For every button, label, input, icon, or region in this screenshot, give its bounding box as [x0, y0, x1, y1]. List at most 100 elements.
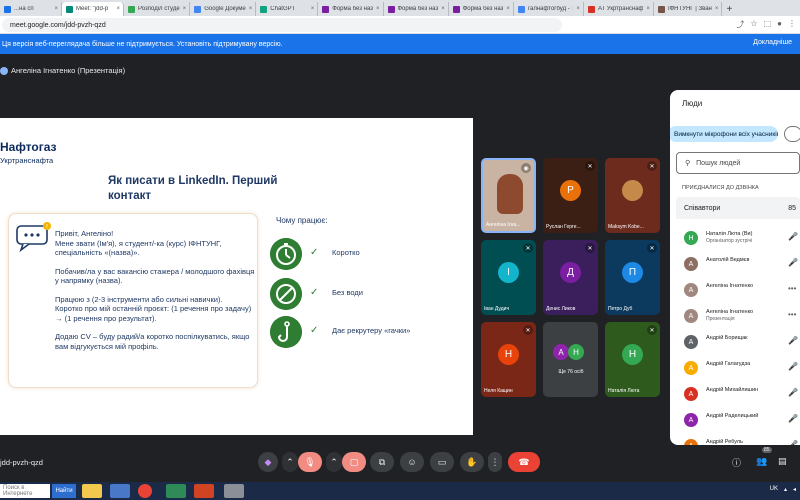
close-tab-icon[interactable]: × [183, 6, 187, 12]
close-tab-icon[interactable]: × [576, 6, 580, 12]
close-tab-icon[interactable]: × [715, 6, 719, 12]
browser-tab[interactable]: ChatGPT × [256, 2, 319, 16]
search-icon: ⚲ [685, 160, 691, 167]
camera-options-chevron[interactable]: ⌃ [326, 452, 342, 472]
participant-tile[interactable]: Н ✕ Неля Кащин [481, 322, 536, 397]
browser-tab[interactable]: Meet: "jdd-p × [62, 2, 124, 16]
taskbar-search-input[interactable]: Поиск в Интернете [0, 484, 50, 498]
browser-tab[interactable]: Форма без наз × [318, 2, 384, 16]
browser-tab[interactable]: Форма без наз × [384, 2, 449, 16]
participant-row[interactable]: Н Наталія Люта (Ви) Організатор зустрічі 🎤 [684, 228, 800, 250]
collaborators-group-header[interactable]: Співавтори 85 [676, 197, 800, 219]
new-tab-button[interactable]: + [722, 2, 736, 16]
participant-row[interactable]: А Андрій Михайлишин 🎤 [684, 384, 800, 406]
participant-tile[interactable]: ✕ Maksym Kobe... [605, 158, 660, 233]
close-tab-icon[interactable]: × [249, 6, 253, 12]
add-people-button[interactable] [784, 126, 800, 142]
participant-mic-icon[interactable]: 🎤 [788, 336, 798, 345]
why-it-works-title: Чому працює: [276, 216, 328, 225]
people-icon[interactable]: 👥 [756, 456, 767, 467]
close-tab-icon[interactable]: × [506, 6, 510, 12]
mic-off-icon: ✕ [647, 325, 657, 335]
emoji-reactions-button[interactable]: ☺ [400, 452, 424, 472]
extensions-icon[interactable]: ⬚ [764, 19, 772, 30]
mute-all-button[interactable]: Вимкнути мікрофони всіх учасників [670, 126, 778, 142]
chat-icon[interactable]: ▤ [778, 456, 787, 467]
participant-mic-icon[interactable]: 🎤 [788, 232, 798, 241]
browser-tab[interactable]: галнафтогбуд - Т × [514, 2, 584, 16]
camera-off-icon: ▢ [349, 456, 359, 467]
participant-row[interactable]: А Анатолій Ведмєв 🎤 [684, 254, 800, 276]
participant-tile[interactable]: І ✕ Іван Дудич [481, 240, 536, 315]
captions-button[interactable]: ▭ [430, 452, 454, 472]
browser-tab[interactable]: АТ Укртранснаф × [584, 2, 654, 16]
close-tab-icon[interactable]: × [116, 6, 120, 12]
participant-tile[interactable]: Д ✕ Денис Ликов [543, 240, 598, 315]
tab-title: Розподіл студе [138, 6, 180, 12]
language-indicator[interactable]: UK [770, 486, 778, 493]
participant-row[interactable]: А Андрій Галагудза 🎤 [684, 358, 800, 380]
emoji-icon: ☺ [407, 457, 417, 467]
participant-mic-icon[interactable]: 🎤 [788, 440, 798, 445]
participant-tile[interactable]: ◉ Ангеліна Ігна... [481, 158, 536, 233]
participant-row[interactable]: А Ангеліна Ігнатенко Презентація ••• [684, 306, 800, 328]
word-icon[interactable] [110, 484, 130, 498]
participant-name: Ангеліна Ігнатенко [706, 309, 754, 315]
participant-mic-icon[interactable]: 🎤 [788, 388, 798, 397]
participant-row[interactable]: А Андрій Раделицький 🎤 [684, 410, 800, 432]
app-icon[interactable] [224, 484, 244, 498]
mic-off-icon: ✕ [647, 243, 657, 253]
chrome-icon[interactable] [138, 484, 152, 498]
participant-row[interactable]: А Андрій Ребуль 🎤 [684, 436, 800, 445]
participant-row[interactable]: А Ангеліна Ігнатенко ••• [684, 280, 800, 302]
message-template-text: Привіт, Ангеліно! Мене звати (Ім'я), я с… [55, 229, 255, 360]
browser-tab[interactable]: ...на сп × [0, 2, 62, 16]
people-search-input[interactable]: ⚲ Пошук людей [676, 152, 800, 174]
browser-tab[interactable]: Розподіл студе × [124, 2, 191, 16]
microphone-toggle-button[interactable]: 🎙 [298, 452, 322, 472]
file-explorer-icon[interactable] [82, 484, 102, 498]
participant-video [497, 174, 523, 214]
browser-tab[interactable]: Google Докуме × [190, 2, 257, 16]
mic-options-chevron[interactable]: ⌃ [282, 452, 298, 472]
close-tab-icon[interactable]: × [311, 6, 315, 12]
infobar-learn-more-link[interactable]: Докладніше [753, 39, 792, 46]
tray-network-icon[interactable]: ▴ [784, 486, 787, 493]
leave-call-button[interactable]: ☎ [508, 452, 540, 472]
url-field[interactable]: meet.google.com/jdd-pvzh-qzd [2, 18, 562, 32]
raise-reaction-button[interactable]: ◆ [258, 452, 278, 472]
tab-favicon-icon [322, 5, 330, 13]
participant-mic-icon[interactable]: 🎤 [788, 362, 798, 371]
close-tab-icon[interactable]: × [54, 6, 58, 12]
participant-mic-icon[interactable]: 🎤 [788, 414, 798, 423]
participant-tile[interactable]: П ✕ Петро Дуб [605, 240, 660, 315]
profile-icon[interactable]: ● [777, 19, 782, 30]
meeting-info-icon[interactable]: ⓘ [732, 456, 741, 469]
tray-volume-icon[interactable]: ◂ [793, 486, 796, 493]
present-screen-button[interactable]: ⧉ [370, 452, 394, 472]
more-options-button[interactable]: ⋮ [488, 452, 502, 472]
participant-row[interactable]: А Андрій Борищак 🎤 [684, 332, 800, 354]
browser-tab[interactable]: Форма без наз × [449, 2, 514, 16]
browser-tab[interactable]: ІФНТУНГ | Зван × [654, 2, 723, 16]
participant-tile[interactable]: Н ✕ Наталія Люта [605, 322, 660, 397]
browser-menu-icon[interactable]: ⋮ [788, 19, 796, 30]
excel-icon[interactable] [166, 484, 186, 498]
close-tab-icon[interactable]: × [376, 6, 380, 12]
close-tab-icon[interactable]: × [646, 6, 650, 12]
presenter-label: Ангеліна Ігнатенко (Презентація) [0, 66, 125, 75]
participant-tile[interactable]: Р ✕ Руслан Герге... [543, 158, 598, 233]
participant-tile[interactable]: А Н Ще 76 осіб [543, 322, 598, 397]
camera-toggle-button[interactable]: ▢ [342, 452, 366, 472]
bookmark-star-icon[interactable]: ☆ [750, 19, 757, 30]
powerpoint-icon[interactable] [194, 484, 214, 498]
participant-options-icon[interactable]: ••• [788, 284, 796, 293]
participant-options-icon[interactable]: ••• [788, 310, 796, 319]
taskbar-search-button[interactable]: Найти [52, 484, 76, 498]
participant-role: Організатор зустрічі [706, 238, 753, 244]
share-icon[interactable]: ⤴ [736, 19, 744, 30]
raise-hand-button[interactable]: ✋ [460, 452, 484, 472]
participant-mic-icon[interactable]: 🎤 [788, 258, 798, 267]
mic-off-icon: ✕ [523, 243, 533, 253]
close-tab-icon[interactable]: × [441, 6, 445, 12]
